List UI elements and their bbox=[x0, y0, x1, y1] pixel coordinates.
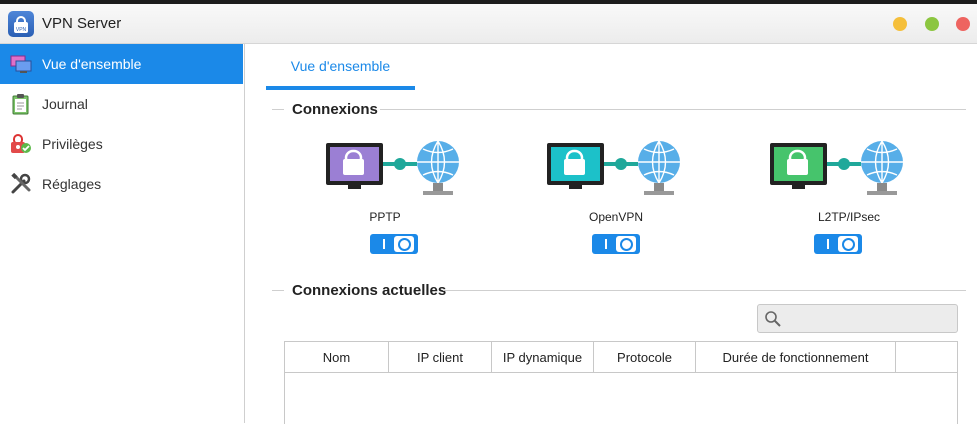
search-box[interactable] bbox=[757, 304, 958, 333]
column-header-dynamic-ip[interactable]: IP dynamique bbox=[492, 342, 594, 372]
column-header-protocol[interactable]: Protocole bbox=[594, 342, 696, 372]
vpn-connection-icon bbox=[326, 140, 459, 195]
vpn-service-pptp: PPTP bbox=[325, 140, 485, 260]
connections-table: Nom IP client IP dynamique Protocole Dur… bbox=[284, 341, 958, 424]
vpn-service-l2tp: L2TP/IPsec bbox=[769, 140, 929, 260]
section-divider bbox=[272, 290, 284, 291]
vpn-service-label: OpenVPN bbox=[588, 210, 644, 224]
vpn-service-openvpn: OpenVPN bbox=[546, 140, 706, 260]
vpn-connection-icon bbox=[547, 140, 680, 195]
pptp-toggle[interactable] bbox=[370, 234, 418, 254]
openvpn-toggle[interactable] bbox=[592, 234, 640, 254]
window-title: VPN Server bbox=[42, 15, 122, 32]
log-notepad-icon bbox=[10, 93, 32, 115]
search-icon bbox=[764, 310, 782, 328]
section-divider bbox=[272, 109, 284, 110]
vpn-service-label: L2TP/IPsec bbox=[817, 210, 881, 224]
svg-text:VPN: VPN bbox=[16, 27, 27, 33]
column-header-uptime[interactable]: Durée de fonctionnement bbox=[696, 342, 896, 372]
settings-tools-icon bbox=[10, 172, 32, 195]
search-input[interactable] bbox=[786, 308, 955, 329]
minimize-button[interactable] bbox=[893, 17, 907, 31]
vpn-service-label: PPTP bbox=[369, 210, 401, 224]
tab-bar: Vue d'ensemble bbox=[245, 44, 977, 90]
column-header-name[interactable]: Nom bbox=[285, 342, 389, 372]
title-bar: VPN VPN Server bbox=[0, 4, 977, 44]
sidebar-item-overview[interactable]: Vue d'ensemble bbox=[0, 44, 243, 84]
sidebar-item-privileges[interactable]: Privilèges bbox=[0, 124, 243, 164]
overview-monitor-icon bbox=[10, 53, 32, 75]
sidebar-item-settings[interactable]: Réglages bbox=[0, 164, 243, 204]
maximize-button[interactable] bbox=[925, 17, 939, 31]
privileges-lock-check-icon bbox=[10, 133, 32, 155]
column-header-extra bbox=[896, 342, 957, 372]
section-divider bbox=[443, 290, 966, 291]
sidebar-item-label: Journal bbox=[42, 96, 88, 112]
tab-overview[interactable]: Vue d'ensemble bbox=[266, 44, 415, 90]
column-header-client-ip[interactable]: IP client bbox=[389, 342, 492, 372]
close-button[interactable] bbox=[956, 17, 970, 31]
vpn-connection-icon bbox=[770, 140, 903, 195]
current-connections-title: Connexions actuelles bbox=[292, 282, 447, 299]
l2tp-toggle[interactable] bbox=[814, 234, 862, 254]
vpn-lock-icon: VPN bbox=[8, 11, 34, 37]
sidebar-item-label: Privilèges bbox=[42, 136, 103, 152]
sidebar-item-journal[interactable]: Journal bbox=[0, 84, 243, 124]
sidebar-item-label: Vue d'ensemble bbox=[42, 56, 142, 72]
connections-title: Connexions bbox=[292, 101, 378, 118]
sidebar: Vue d'ensemble Journal Privilèges Réglag… bbox=[0, 44, 245, 423]
section-divider bbox=[380, 109, 966, 110]
sidebar-item-label: Réglages bbox=[42, 176, 102, 192]
table-header: Nom IP client IP dynamique Protocole Dur… bbox=[285, 342, 957, 373]
